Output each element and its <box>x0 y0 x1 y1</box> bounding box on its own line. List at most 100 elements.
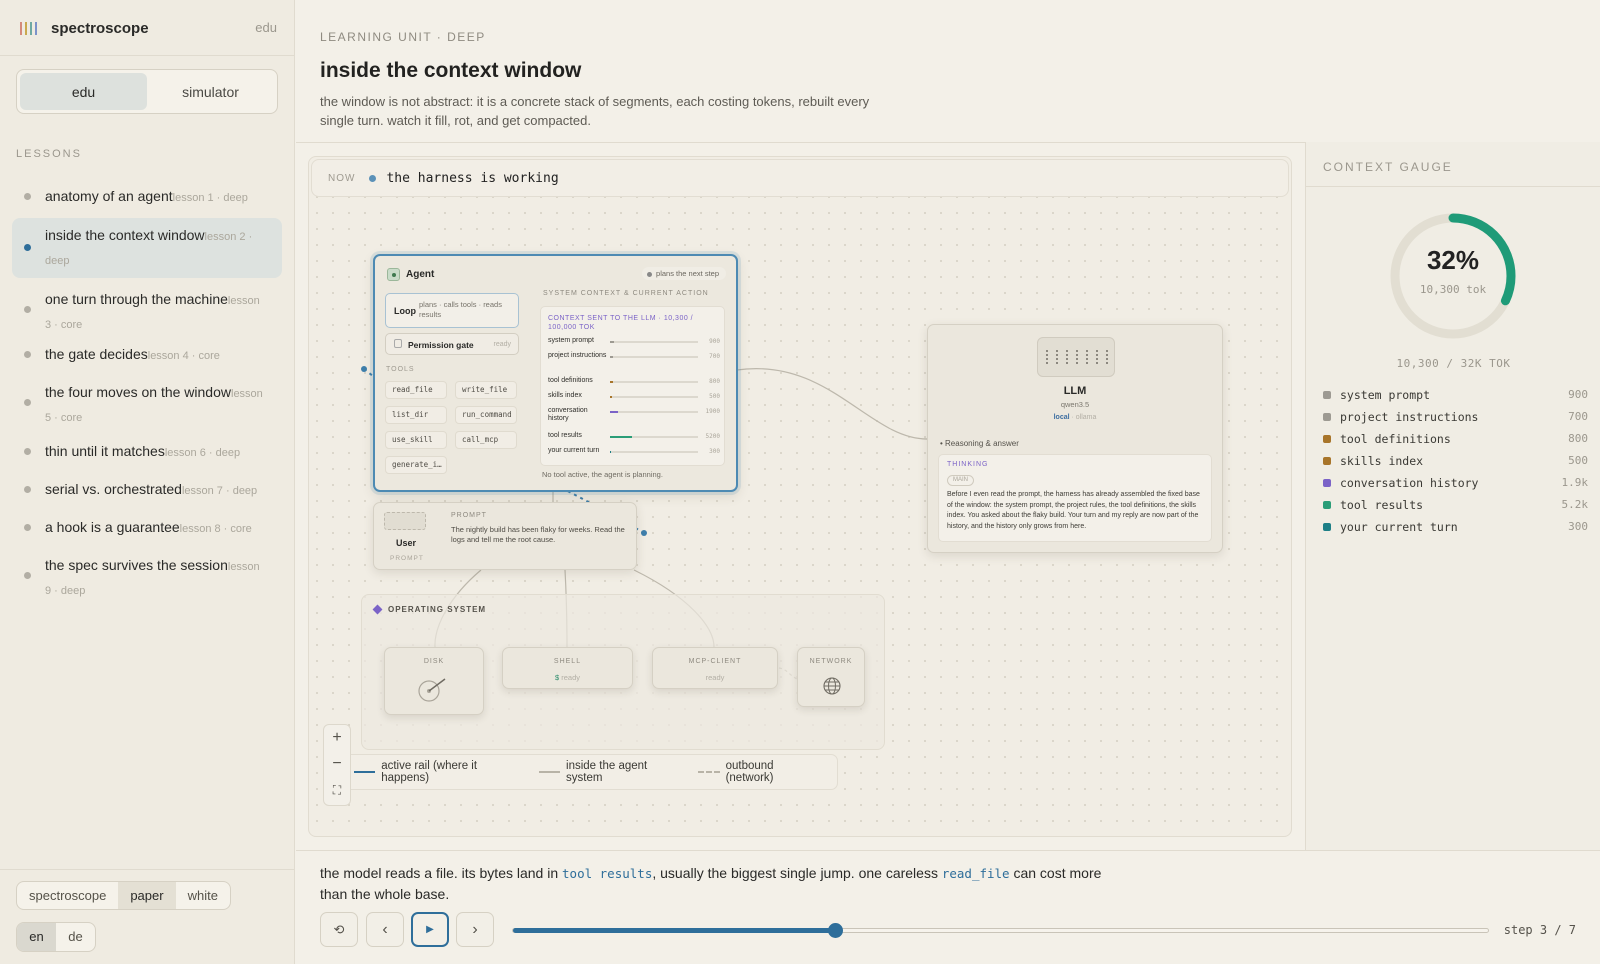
shell-node[interactable]: SHELL $ ready <box>502 647 633 689</box>
lesson-status-dot-icon <box>24 486 31 493</box>
step-progress-slider[interactable] <box>512 923 1489 938</box>
gauge-tokens: 10,300 tok <box>1419 283 1487 296</box>
lock-icon <box>394 339 402 348</box>
lesson-status-dot-icon <box>24 399 31 406</box>
lessons-heading: LESSONS <box>16 148 82 160</box>
system-context-heading: SYSTEM CONTEXT & CURRENT ACTION <box>543 290 709 297</box>
lesson-title: the spec survives the session <box>45 557 228 573</box>
lesson-title: one turn through the machine <box>45 291 228 307</box>
lesson-meta: lesson 8 · core <box>179 523 252 535</box>
tool-call-mcp[interactable]: call_mcp <box>455 431 517 449</box>
tool-read-file[interactable]: read_file <box>385 381 447 399</box>
progress-fill <box>513 928 835 933</box>
agent-status-badge: plans the next step <box>642 267 726 280</box>
lesson-meta: lesson 1 · deep <box>172 192 248 204</box>
lesson-item[interactable]: the gate decideslesson 4 · core <box>12 341 282 369</box>
tool-list-dir[interactable]: list_dir <box>385 406 447 424</box>
lesson-item[interactable]: serial vs. orchestratedlesson 7 · deep <box>12 476 282 504</box>
network-node[interactable]: NETWORK <box>797 647 865 707</box>
page-title: inside the context window <box>320 59 582 82</box>
mcp-client-node[interactable]: MCP-CLIENT ready <box>652 647 778 689</box>
loop-box[interactable]: Loop plans · calls tools · reads results <box>385 293 519 328</box>
spectroscope-logo-icon <box>20 21 37 35</box>
user-node[interactable]: User PROMPT PROMPT The nightly build has… <box>373 502 637 570</box>
app-name: spectroscope <box>51 19 149 37</box>
lesson-item[interactable]: a hook is a guaranteelesson 8 · core <box>12 514 282 542</box>
divider <box>0 55 294 56</box>
tool-generate-image[interactable]: generate_i… <box>385 456 447 474</box>
diamond-icon <box>372 604 383 615</box>
gauge-segment: your current turn 300 <box>1323 520 1588 536</box>
gauge-segment: project instructions 700 <box>1323 410 1588 426</box>
permission-gate[interactable]: Permission gate ready <box>385 333 519 355</box>
gauge-ring <box>1390 213 1516 339</box>
zoom-in-button[interactable]: + <box>324 725 350 751</box>
disk-node[interactable]: DISK <box>384 647 484 715</box>
user-avatar-label: PROMPT <box>390 555 424 562</box>
tool-write-file[interactable]: write_file <box>455 381 517 399</box>
tool-run-command[interactable]: run_command <box>455 406 517 424</box>
lesson-status-dot-icon <box>24 306 31 313</box>
context-row: tool results 5200 <box>548 432 720 440</box>
theme-spectroscope-button[interactable]: spectroscope <box>17 882 118 909</box>
legend-item: outbound (network) <box>698 760 821 784</box>
reset-button[interactable]: ⟲ <box>320 912 358 947</box>
lesson-item[interactable]: anatomy of an agentlesson 1 · deep <box>12 183 282 211</box>
gauge-heading: CONTEXT GAUGE <box>1323 160 1453 174</box>
diagram-canvas[interactable]: NOW the harness is working Agent plans t… <box>308 156 1292 837</box>
agent-footer-text: No tool active, the agent is planning. <box>542 470 663 479</box>
page-description: the window is not abstract: it is a conc… <box>320 94 870 128</box>
lesson-status-dot-icon <box>24 524 31 531</box>
fit-view-button[interactable]: ⛶ <box>324 777 350 803</box>
legend: active rail (where it happens) inside th… <box>343 754 838 790</box>
user-name: User <box>396 538 417 548</box>
lang-en-button[interactable]: en <box>17 923 56 951</box>
theme-paper-button[interactable]: paper <box>118 882 176 909</box>
gauge-segment: tool definitions 800 <box>1323 432 1588 448</box>
context-row: conversation history 1900 <box>548 407 720 422</box>
lesson-status-dot-icon <box>24 351 31 358</box>
lesson-meta: lesson 6 · deep <box>164 447 241 459</box>
agent-node[interactable]: Agent plans the next step Loop plans · c… <box>373 254 738 492</box>
previous-step-button[interactable]: ‹ <box>366 912 404 947</box>
thinking-panel: THINKING MAIN Before I even read the pro… <box>938 454 1212 542</box>
gauge-segment: skills index 500 <box>1323 454 1588 470</box>
step-counter: step 3 / 7 <box>1503 923 1576 937</box>
lesson-item[interactable]: the spec survives the sessionlesson 9 · … <box>12 552 282 604</box>
gauge-segment: tool results 5.2k <box>1323 498 1588 514</box>
lesson-meta: lesson 7 · deep <box>181 485 258 497</box>
tool-use-skill[interactable]: use_skill <box>385 431 447 449</box>
disk-icon <box>418 678 446 702</box>
lang-de-button[interactable]: de <box>56 923 95 951</box>
llm-node[interactable]: LLM qwen3.5 local · ollama • Reasoning &… <box>927 324 1223 553</box>
context-row: tool definitions 800 <box>548 377 720 385</box>
mode-toggle: edu simulator <box>16 69 278 114</box>
lesson-item[interactable]: thin until it matcheslesson 6 · deep <box>12 438 282 466</box>
theme-toggle: spectroscope paper white <box>16 881 231 910</box>
lesson-title: a hook is a guarantee <box>45 519 180 535</box>
language-toggle: en de <box>16 922 96 952</box>
user-avatar <box>384 512 426 530</box>
zoom-controls: + − ⛶ <box>323 724 351 806</box>
globe-icon <box>823 677 841 695</box>
gauge-segment: system prompt 900 <box>1323 388 1588 404</box>
divider <box>1306 186 1600 187</box>
lesson-item[interactable]: inside the context windowlesson 2 · deep <box>12 218 282 278</box>
lesson-status-dot-icon <box>24 448 31 455</box>
gauge-segment: conversation history 1.9k <box>1323 476 1588 492</box>
mode-edu-button[interactable]: edu <box>20 73 147 110</box>
lesson-item[interactable]: one turn through the machinelesson 3 · c… <box>12 286 282 338</box>
slider-knob[interactable] <box>827 923 843 938</box>
divider <box>296 850 1600 851</box>
theme-white-button[interactable]: white <box>176 882 230 909</box>
lesson-title: the four moves on the window <box>45 384 231 400</box>
zoom-out-button[interactable]: − <box>324 751 350 777</box>
thinking-text: Before I even read the prompt, the harne… <box>947 491 1200 530</box>
unit-label: LEARNING UNIT · DEEP <box>320 30 486 44</box>
mode-simulator-button[interactable]: simulator <box>147 73 274 110</box>
next-step-button[interactable]: › <box>456 912 494 947</box>
prompt-heading: PROMPT <box>451 512 487 519</box>
lesson-item[interactable]: the four moves on the windowlesson 5 · c… <box>12 379 282 431</box>
mode-badge: edu <box>255 20 277 35</box>
play-button[interactable]: ▶ <box>411 912 449 947</box>
